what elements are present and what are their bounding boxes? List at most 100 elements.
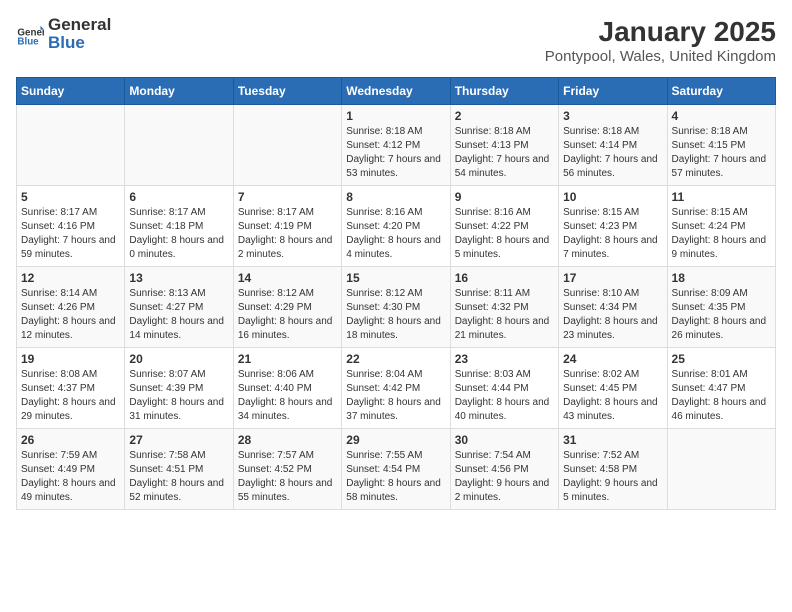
day-number: 9 xyxy=(455,190,554,204)
calendar-week-row: 1Sunrise: 8:18 AM Sunset: 4:12 PM Daylig… xyxy=(17,105,776,186)
day-number: 29 xyxy=(346,433,445,447)
day-number: 5 xyxy=(21,190,120,204)
calendar-cell: 15 Sunrise: 8:12 AM Sunset: 4:30 PM Dayli… xyxy=(342,267,450,348)
day-info: Sunrise: 8:11 AM Sunset: 4:32 PM Dayligh… xyxy=(455,287,554,343)
weekday-header: Wednesday xyxy=(342,78,450,105)
page-header: General Blue General Blue January 2025 P… xyxy=(16,16,776,65)
day-info: Sunrise: 8:18 AM Sunset: 4:15 PM Dayligh… xyxy=(672,125,771,181)
day-info: Sunrise: 8:01 AM Sunset: 4:47 PM Dayligh… xyxy=(672,368,771,424)
calendar-cell: 4 Sunrise: 8:18 AM Sunset: 4:15 PM Daylig… xyxy=(667,105,775,186)
calendar-cell: 28Sunrise: 7:57 AM Sunset: 4:52 PM Dayli… xyxy=(233,429,341,510)
logo-blue: Blue xyxy=(48,33,85,52)
calendar-cell: 21 Sunrise: 8:06 AM Sunset: 4:40 PM Dayli… xyxy=(233,348,341,429)
day-number: 12 xyxy=(21,271,120,285)
day-number: 27 xyxy=(129,433,228,447)
day-number: 4 xyxy=(672,109,771,123)
calendar-subtitle: Pontypool, Wales, United Kingdom xyxy=(545,48,776,65)
calendar-cell xyxy=(17,105,125,186)
calendar-table: SundayMondayTuesdayWednesdayThursdayFrid… xyxy=(16,77,776,510)
calendar-cell: 29 Sunrise: 7:55 AM Sunset: 4:54 PM Dayli… xyxy=(342,429,450,510)
calendar-cell: 8Sunrise: 8:16 AM Sunset: 4:20 PM Daylig… xyxy=(342,186,450,267)
calendar-week-row: 12 Sunrise: 8:14 AM Sunset: 4:26 PM Dayli… xyxy=(17,267,776,348)
day-info: Sunrise: 8:14 AM Sunset: 4:26 PM Dayligh… xyxy=(21,287,120,343)
weekday-header: Thursday xyxy=(450,78,558,105)
day-info: Sunrise: 8:18 AM Sunset: 4:14 PM Dayligh… xyxy=(563,125,662,181)
day-info: Sunrise: 8:03 AM Sunset: 4:44 PM Dayligh… xyxy=(455,368,554,424)
logo-icon: General Blue xyxy=(16,20,44,48)
calendar-cell: 6Sunrise: 8:17 AM Sunset: 4:18 PM Daylig… xyxy=(125,186,233,267)
day-info: Sunrise: 8:16 AM Sunset: 4:20 PM Dayligh… xyxy=(346,206,445,262)
day-number: 1 xyxy=(346,109,445,123)
calendar-title: January 2025 xyxy=(545,16,776,48)
weekday-header: Saturday xyxy=(667,78,775,105)
day-info: Sunrise: 8:12 AM Sunset: 4:30 PM Dayligh… xyxy=(346,287,445,343)
day-info: Sunrise: 8:08 AM Sunset: 4:37 PM Dayligh… xyxy=(21,368,120,424)
day-number: 11 xyxy=(672,190,771,204)
logo: General Blue General Blue xyxy=(16,16,111,52)
calendar-cell: 16 Sunrise: 8:11 AM Sunset: 4:32 PM Dayli… xyxy=(450,267,558,348)
calendar-cell: 13 Sunrise: 8:13 AM Sunset: 4:27 PM Dayli… xyxy=(125,267,233,348)
logo-general: General xyxy=(48,15,111,34)
calendar-cell: 24 Sunrise: 8:02 AM Sunset: 4:45 PM Dayli… xyxy=(559,348,667,429)
weekday-row: SundayMondayTuesdayWednesdayThursdayFrid… xyxy=(17,78,776,105)
calendar-body: 1Sunrise: 8:18 AM Sunset: 4:12 PM Daylig… xyxy=(17,105,776,510)
calendar-cell: 14Sunrise: 8:12 AM Sunset: 4:29 PM Dayli… xyxy=(233,267,341,348)
calendar-cell: 25 Sunrise: 8:01 AM Sunset: 4:47 PM Dayli… xyxy=(667,348,775,429)
day-info: Sunrise: 8:06 AM Sunset: 4:40 PM Dayligh… xyxy=(238,368,337,424)
day-number: 25 xyxy=(672,352,771,366)
day-info: Sunrise: 8:09 AM Sunset: 4:35 PM Dayligh… xyxy=(672,287,771,343)
day-info: Sunrise: 8:02 AM Sunset: 4:45 PM Dayligh… xyxy=(563,368,662,424)
svg-text:Blue: Blue xyxy=(17,37,39,48)
day-info: Sunrise: 8:17 AM Sunset: 4:16 PM Dayligh… xyxy=(21,206,120,262)
calendar-cell: 11 Sunrise: 8:15 AM Sunset: 4:24 PM Dayli… xyxy=(667,186,775,267)
calendar-cell xyxy=(125,105,233,186)
day-number: 19 xyxy=(21,352,120,366)
day-number: 14 xyxy=(238,271,337,285)
calendar-cell: 20Sunrise: 8:07 AM Sunset: 4:39 PM Dayli… xyxy=(125,348,233,429)
calendar-cell: 17 Sunrise: 8:10 AM Sunset: 4:34 PM Dayli… xyxy=(559,267,667,348)
day-info: Sunrise: 7:54 AM Sunset: 4:56 PM Dayligh… xyxy=(455,449,554,505)
calendar-week-row: 19 Sunrise: 8:08 AM Sunset: 4:37 PM Dayli… xyxy=(17,348,776,429)
day-number: 10 xyxy=(563,190,662,204)
weekday-header: Sunday xyxy=(17,78,125,105)
day-number: 22 xyxy=(346,352,445,366)
day-info: Sunrise: 7:57 AM Sunset: 4:52 PM Dayligh… xyxy=(238,449,337,505)
calendar-cell: 12 Sunrise: 8:14 AM Sunset: 4:26 PM Dayli… xyxy=(17,267,125,348)
day-info: Sunrise: 8:07 AM Sunset: 4:39 PM Dayligh… xyxy=(129,368,228,424)
day-number: 26 xyxy=(21,433,120,447)
calendar-cell: 22 Sunrise: 8:04 AM Sunset: 4:42 PM Dayli… xyxy=(342,348,450,429)
day-number: 31 xyxy=(563,433,662,447)
weekday-header: Friday xyxy=(559,78,667,105)
day-number: 17 xyxy=(563,271,662,285)
day-number: 23 xyxy=(455,352,554,366)
calendar-cell: 3 Sunrise: 8:18 AM Sunset: 4:14 PM Daylig… xyxy=(559,105,667,186)
weekday-header: Monday xyxy=(125,78,233,105)
day-number: 7 xyxy=(238,190,337,204)
day-info: Sunrise: 8:13 AM Sunset: 4:27 PM Dayligh… xyxy=(129,287,228,343)
calendar-cell: 26Sunrise: 7:59 AM Sunset: 4:49 PM Dayli… xyxy=(17,429,125,510)
calendar-header: SundayMondayTuesdayWednesdayThursdayFrid… xyxy=(17,78,776,105)
day-number: 15 xyxy=(346,271,445,285)
day-number: 30 xyxy=(455,433,554,447)
day-number: 24 xyxy=(563,352,662,366)
day-info: Sunrise: 7:52 AM Sunset: 4:58 PM Dayligh… xyxy=(563,449,662,505)
calendar-cell xyxy=(233,105,341,186)
day-info: Sunrise: 8:15 AM Sunset: 4:24 PM Dayligh… xyxy=(672,206,771,262)
day-number: 21 xyxy=(238,352,337,366)
calendar-cell: 7 Sunrise: 8:17 AM Sunset: 4:19 PM Daylig… xyxy=(233,186,341,267)
day-info: Sunrise: 8:04 AM Sunset: 4:42 PM Dayligh… xyxy=(346,368,445,424)
day-info: Sunrise: 7:58 AM Sunset: 4:51 PM Dayligh… xyxy=(129,449,228,505)
day-info: Sunrise: 8:17 AM Sunset: 4:19 PM Dayligh… xyxy=(238,206,337,262)
day-info: Sunrise: 8:15 AM Sunset: 4:23 PM Dayligh… xyxy=(563,206,662,262)
calendar-cell: 23 Sunrise: 8:03 AM Sunset: 4:44 PM Dayli… xyxy=(450,348,558,429)
calendar-week-row: 26Sunrise: 7:59 AM Sunset: 4:49 PM Dayli… xyxy=(17,429,776,510)
calendar-cell xyxy=(667,429,775,510)
day-info: Sunrise: 7:55 AM Sunset: 4:54 PM Dayligh… xyxy=(346,449,445,505)
calendar-cell: 19 Sunrise: 8:08 AM Sunset: 4:37 PM Dayli… xyxy=(17,348,125,429)
calendar-cell: 1Sunrise: 8:18 AM Sunset: 4:12 PM Daylig… xyxy=(342,105,450,186)
day-number: 13 xyxy=(129,271,228,285)
day-info: Sunrise: 8:10 AM Sunset: 4:34 PM Dayligh… xyxy=(563,287,662,343)
day-number: 16 xyxy=(455,271,554,285)
calendar-cell: 30 Sunrise: 7:54 AM Sunset: 4:56 PM Dayli… xyxy=(450,429,558,510)
day-number: 3 xyxy=(563,109,662,123)
